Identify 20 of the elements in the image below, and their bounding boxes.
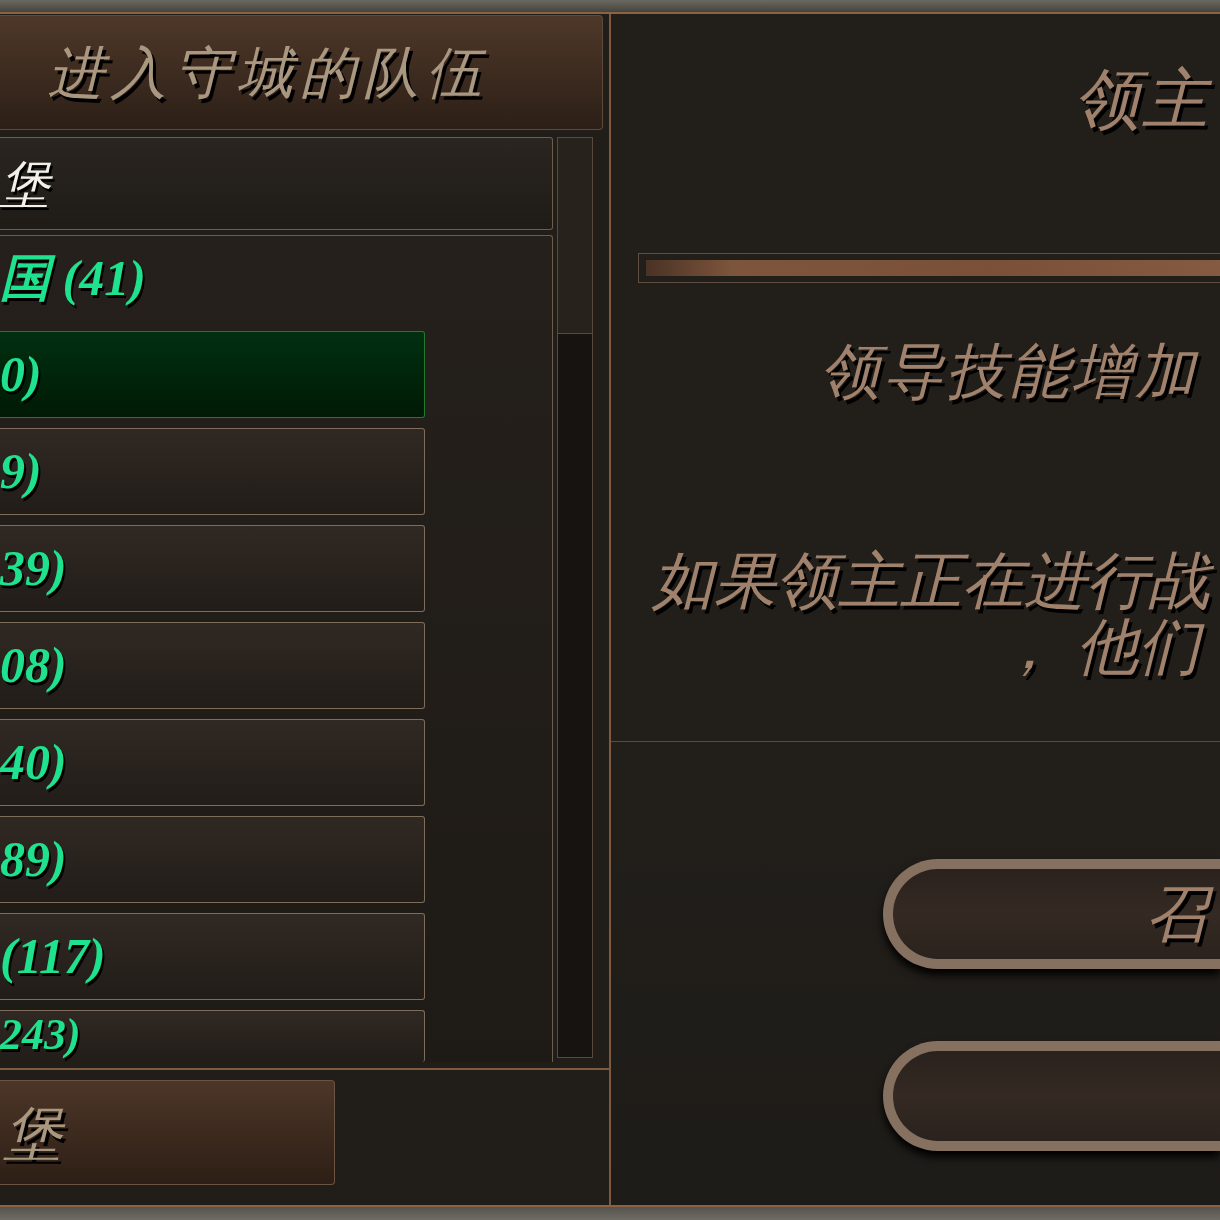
scrollbar-track[interactable] [557, 137, 593, 1058]
party-row[interactable]: 08) [0, 622, 425, 709]
party-row[interactable]: (117) [0, 913, 425, 1000]
scrollbar-thumb[interactable] [558, 138, 592, 334]
party-row[interactable]: 243) [0, 1010, 425, 1062]
party-row[interactable]: 9) [0, 428, 425, 515]
party-row[interactable]: 40) [0, 719, 425, 806]
settlement-row[interactable]: 堡 [0, 137, 553, 230]
description-line: ， 他们 [996, 614, 1210, 680]
panel-title: 领主 [1074, 66, 1213, 132]
party-row[interactable]: 0) [0, 331, 425, 418]
footer-button[interactable]: 堡 [0, 1080, 335, 1185]
effect-text: 领导技能增加 [820, 338, 1200, 405]
party-row[interactable]: 89) [0, 816, 425, 903]
group-header[interactable]: 国 (41) [0, 250, 150, 306]
description-line: 如果领主正在进行战 [652, 546, 1220, 615]
action-button[interactable] [883, 1041, 1220, 1151]
party-row[interactable]: 39) [0, 525, 425, 612]
action-button[interactable]: 召 [883, 859, 1220, 969]
panel-title: 进入守城的队伍 [48, 44, 490, 101]
